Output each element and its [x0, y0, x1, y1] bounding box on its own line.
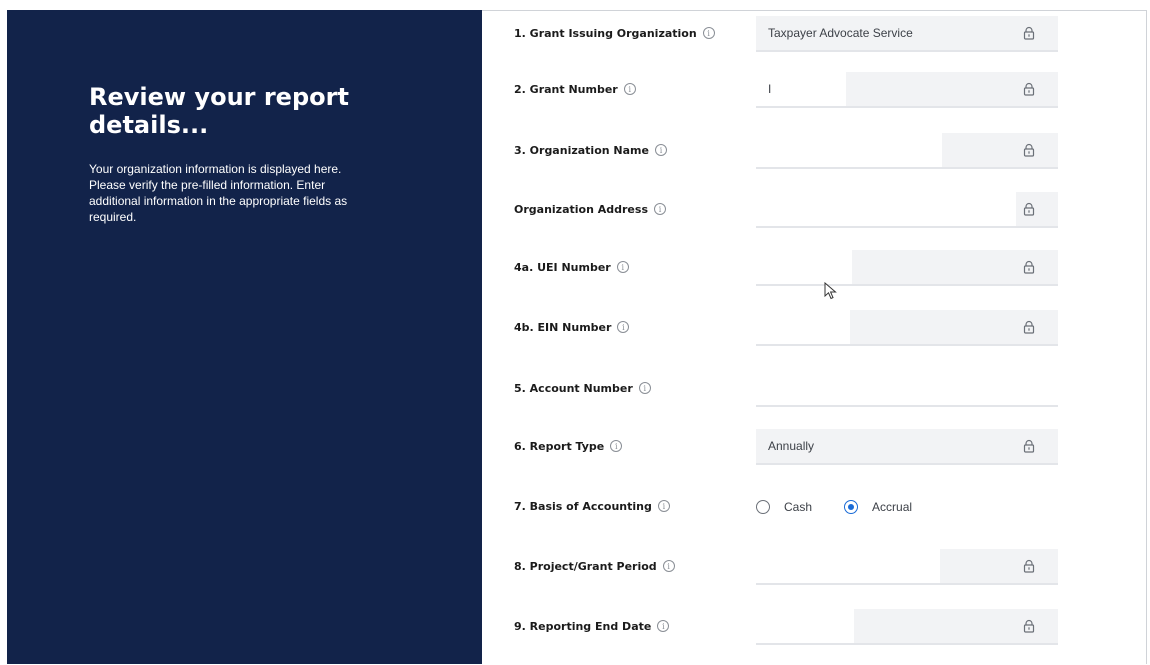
field-value: Annually	[768, 439, 815, 453]
row-report-type: 6. Report Type i Annually	[482, 425, 1146, 485]
info-icon[interactable]: i	[617, 321, 630, 333]
field-label-text: 8. Project/Grant Period	[514, 559, 657, 573]
field-label-text: 3. Organization Name	[514, 143, 649, 157]
field-label: 4a. UEI Number i	[514, 246, 629, 288]
basis-of-accounting-radio-group: Cash Accrual	[756, 489, 944, 525]
row-account-number: 5. Account Number i	[482, 367, 1146, 427]
field-label: 3. Organization Name i	[514, 129, 667, 171]
radio-label: Cash	[784, 500, 813, 514]
row-basis-of-accounting: 7. Basis of Accounting i Cash Accrual	[482, 485, 1146, 545]
ein-number-field[interactable]	[756, 310, 1058, 346]
field-label-text: 4a. UEI Number	[514, 260, 611, 274]
info-icon[interactable]: i	[657, 620, 670, 632]
row-ein-number: 4b. EIN Number i	[482, 306, 1146, 366]
field-label: 5. Account Number i	[514, 367, 651, 409]
row-grant-number: 2. Grant Number i I	[482, 68, 1146, 128]
page: Review your report details... Your organ…	[0, 0, 1150, 664]
info-icon[interactable]: i	[654, 144, 667, 156]
row-organization-name: 3. Organization Name i	[482, 129, 1146, 189]
uei-number-field[interactable]	[756, 250, 1058, 286]
grant-issuing-organization-field[interactable]: Taxpayer Advocate Service	[756, 16, 1058, 52]
field-label: 7. Basis of Accounting i	[514, 485, 670, 527]
row-reporting-end-date: 9. Reporting End Date i	[482, 605, 1146, 665]
redacted-value-box	[756, 133, 942, 167]
lock-icon	[1023, 559, 1035, 573]
form-top-border	[482, 10, 1146, 11]
account-number-input[interactable]	[756, 371, 1058, 407]
field-value: Taxpayer Advocate Service	[768, 26, 913, 40]
radio-checked-icon[interactable]	[844, 500, 859, 514]
field-label: 9. Reporting End Date i	[514, 605, 670, 647]
radio-label: Accrual	[872, 500, 913, 514]
mouse-pointer-icon	[824, 282, 837, 300]
redacted-value-box	[756, 609, 854, 643]
lock-icon	[1023, 619, 1035, 633]
form-right-border	[1146, 10, 1147, 664]
field-label: 2. Grant Number i	[514, 68, 636, 110]
organization-address-field[interactable]	[756, 192, 1058, 228]
info-icon[interactable]: i	[616, 261, 629, 273]
field-label: 1. Grant Issuing Organization i	[514, 12, 715, 54]
project-grant-period-field[interactable]	[756, 549, 1058, 585]
field-label-text: Organization Address	[514, 202, 648, 216]
redacted-value-box	[756, 310, 850, 344]
row-uei-number: 4a. UEI Number i	[482, 246, 1146, 306]
field-label-text: 1. Grant Issuing Organization	[514, 26, 697, 40]
field-label-text: 2. Grant Number	[514, 82, 618, 96]
info-icon[interactable]: i	[610, 440, 623, 452]
field-label-text: 5. Account Number	[514, 381, 633, 395]
radio-unchecked-icon[interactable]	[756, 500, 770, 514]
field-label-text: 9. Reporting End Date	[514, 619, 652, 633]
intro-description: Your organization information is display…	[89, 162, 348, 224]
lock-icon	[1023, 439, 1035, 453]
grant-number-field[interactable]: I	[756, 72, 1058, 108]
field-label: 8. Project/Grant Period i	[514, 545, 675, 587]
page-title: Review your report details...	[89, 83, 349, 139]
info-icon[interactable]: i	[662, 560, 675, 572]
info-icon[interactable]: i	[638, 382, 651, 394]
lock-icon	[1023, 202, 1035, 216]
field-value: I	[768, 82, 772, 96]
lock-icon	[1023, 82, 1035, 96]
field-label-text: 6. Report Type	[514, 439, 605, 453]
organization-name-field[interactable]	[756, 133, 1058, 169]
field-label: Organization Address i	[514, 188, 666, 230]
reporting-end-date-field[interactable]	[756, 609, 1058, 645]
redacted-value-box	[756, 250, 852, 284]
info-icon[interactable]: i	[654, 203, 666, 215]
redacted-value-box	[756, 549, 940, 583]
lock-icon	[1023, 26, 1035, 40]
lock-icon	[1023, 320, 1035, 334]
field-label: 4b. EIN Number i	[514, 306, 630, 348]
field-label-text: 7. Basis of Accounting	[514, 499, 652, 513]
redacted-value-box	[756, 192, 1016, 226]
report-type-field[interactable]: Annually	[756, 429, 1058, 465]
field-label: 6. Report Type i	[514, 425, 623, 467]
lock-icon	[1023, 143, 1035, 157]
row-organization-address: Organization Address i	[482, 188, 1146, 248]
radio-option-cash[interactable]: Cash	[756, 500, 812, 514]
lock-icon	[1023, 260, 1035, 274]
intro-panel: Review your report details... Your organ…	[7, 10, 482, 664]
row-project-grant-period: 8. Project/Grant Period i	[482, 545, 1146, 605]
field-label-text: 4b. EIN Number	[514, 320, 612, 334]
info-icon[interactable]: i	[657, 500, 670, 512]
radio-option-accrual[interactable]: Accrual	[844, 500, 912, 514]
row-grant-issuing-organization: 1. Grant Issuing Organization i Taxpayer…	[482, 12, 1146, 72]
info-icon[interactable]: i	[702, 27, 715, 39]
info-icon[interactable]: i	[623, 83, 636, 95]
